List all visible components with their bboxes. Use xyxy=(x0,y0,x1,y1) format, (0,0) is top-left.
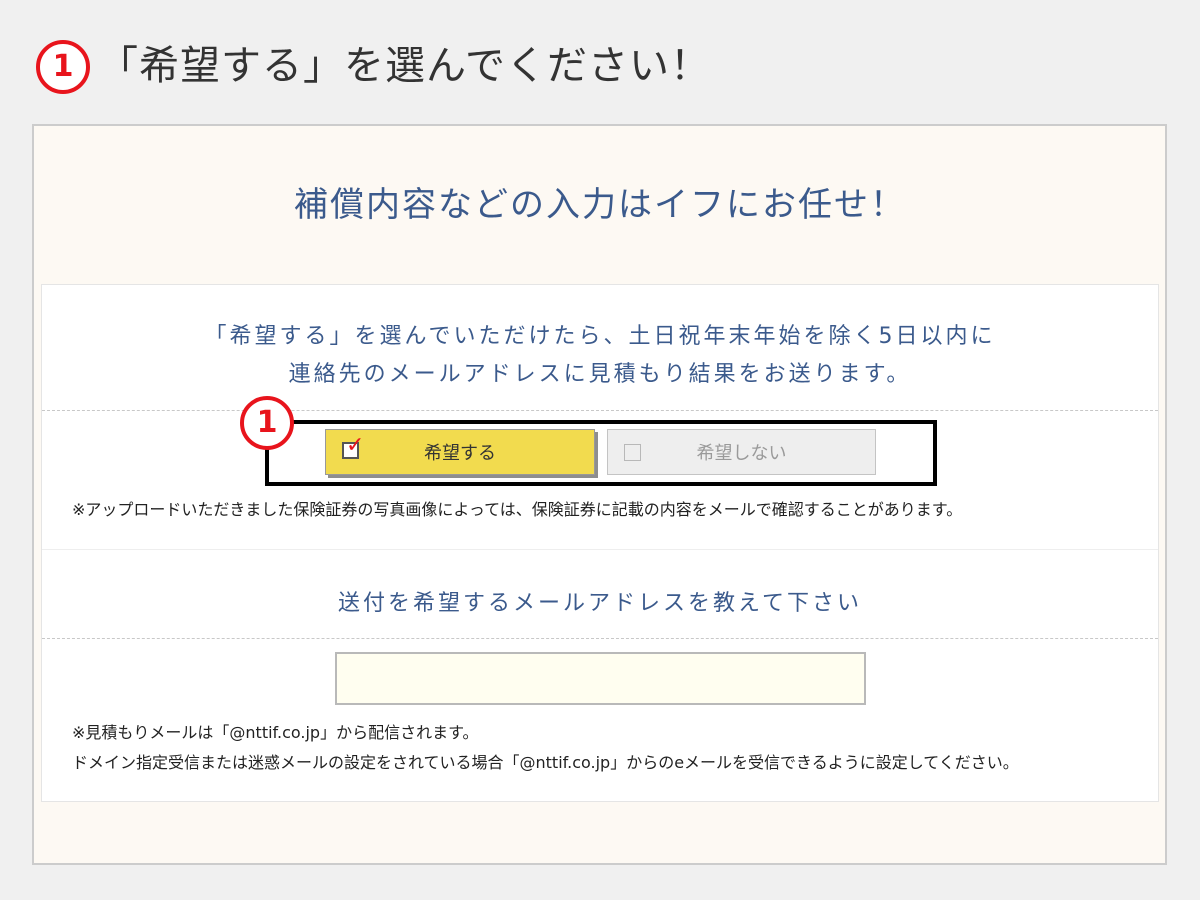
panel-title: 補償内容などの入力はイフにお任せ！ xyxy=(294,185,906,225)
choice-step-badge: 1 xyxy=(240,396,294,450)
wish-no-button[interactable]: 希望しない xyxy=(607,429,876,475)
wish-yes-label: 希望する xyxy=(424,443,496,464)
email-divider xyxy=(42,638,1158,639)
section-separator xyxy=(42,549,1158,550)
step-number-badge: 1 xyxy=(36,40,90,94)
quote-description-line-2: 連絡先のメールアドレスに見積もり結果をお送ります。 xyxy=(288,362,912,387)
domain-note-line-2: ドメイン指定受信または迷惑メールの設定をされている場合「@nttif.co.jp… xyxy=(72,753,1019,772)
section-divider xyxy=(42,410,1158,411)
upload-note: ※アップロードいただきました保険証券の写真画像によっては、保険証券に記載の内容を… xyxy=(72,500,963,519)
checkbox-checked-icon: ✓ xyxy=(342,435,364,459)
email-heading: 送付を希望するメールアドレスを教えて下さい xyxy=(338,591,862,616)
instruction-heading: 「希望する」を選んでください！ xyxy=(98,43,711,89)
quote-description-line-1: 「希望する」を選んでいただけたら、土日祝年末年始を除く5日以内に xyxy=(204,324,996,349)
wish-no-label: 希望しない xyxy=(696,443,787,464)
checkmark-icon: ✓ xyxy=(346,433,365,458)
wish-yes-button[interactable]: ✓ 希望する xyxy=(325,429,595,475)
quote-description: 「希望する」を選んでいただけたら、土日祝年末年始を除く5日以内に 連絡先のメール… xyxy=(0,318,1200,394)
checkbox-unchecked-icon xyxy=(624,444,641,461)
domain-note-line-1: ※見積もりメールは「@nttif.co.jp」から配信されます。 xyxy=(72,723,479,742)
email-input[interactable] xyxy=(335,652,866,705)
